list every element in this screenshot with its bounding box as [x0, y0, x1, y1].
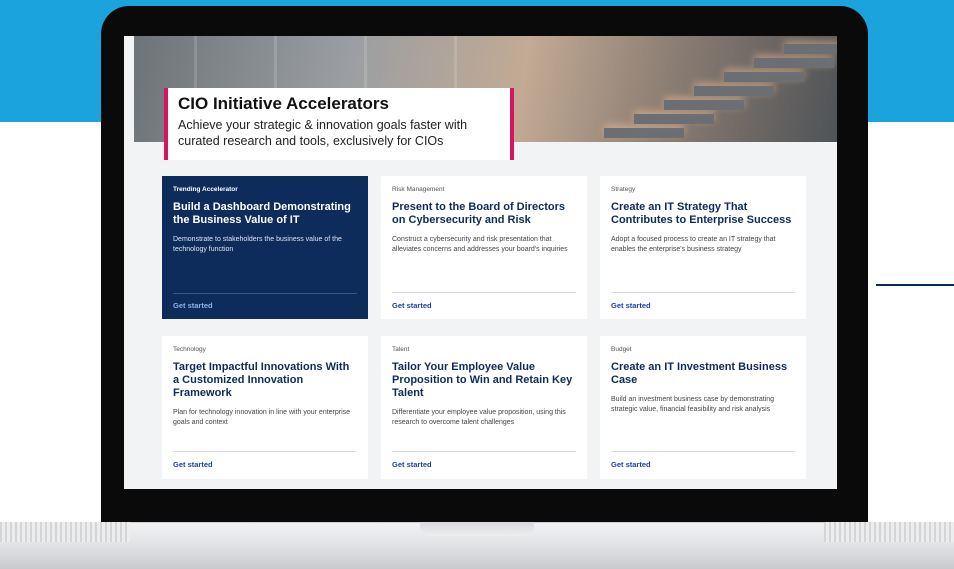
card-divider [611, 451, 795, 452]
card-category: Risk Management [392, 186, 445, 193]
card-title[interactable]: Target Impactful Innovations With a Cust… [173, 361, 357, 400]
card-category: Budget [611, 346, 632, 353]
accelerator-card-dashboard[interactable]: Trending Accelerator Build a Dashboard D… [162, 176, 368, 319]
hero-card: CIO Initiative Accelerators Achieve your… [164, 88, 514, 160]
card-divider [392, 292, 576, 293]
accelerator-card-talent[interactable]: Talent Tailor Your Employee Value Propos… [381, 336, 587, 479]
card-description: Build an investment business case by dem… [611, 396, 775, 413]
card-category: Trending Accelerator [173, 186, 238, 193]
get-started-link[interactable]: Get started [392, 301, 432, 310]
card-divider [611, 292, 795, 293]
card-category: Technology [173, 346, 206, 353]
card-title[interactable]: Build a Dashboard Demonstrating the Busi… [173, 201, 357, 227]
page-title: CIO Initiative Accelerators [178, 94, 390, 113]
page-subtitle: Achieve your strategic & innovation goal… [178, 118, 468, 148]
card-title[interactable]: Present to the Board of Directors on Cyb… [392, 201, 576, 227]
laptop-notch [420, 522, 534, 536]
card-description: Differentiate your employee value propos… [392, 409, 566, 426]
get-started-link[interactable]: Get started [392, 460, 432, 469]
get-started-link[interactable]: Get started [611, 301, 651, 310]
card-description: Adopt a focused process to create an IT … [611, 236, 776, 253]
card-category: Strategy [611, 186, 636, 193]
laptop-base-texture-left [0, 522, 130, 542]
accelerator-card-investment[interactable]: Budget Create an IT Investment Business … [600, 336, 806, 479]
decorative-line [876, 284, 954, 286]
card-title[interactable]: Create an IT Strategy That Contributes t… [611, 201, 795, 227]
card-title[interactable]: Create an IT Investment Business Case [611, 361, 795, 387]
card-divider [173, 451, 357, 452]
card-description: Demonstrate to stakeholders the business… [173, 236, 342, 253]
accelerator-card-it-strategy[interactable]: Strategy Create an IT Strategy That Cont… [600, 176, 806, 319]
get-started-link[interactable]: Get started [173, 301, 213, 310]
card-description: Construct a cybersecurity and risk prese… [392, 236, 568, 253]
accelerator-card-innovation[interactable]: Technology Target Impactful Innovations … [162, 336, 368, 479]
accelerator-card-cybersecurity[interactable]: Risk Management Present to the Board of … [381, 176, 587, 319]
card-divider [173, 293, 357, 294]
laptop-screen: CIO Initiative Accelerators Achieve your… [124, 36, 837, 489]
card-category: Talent [392, 346, 410, 353]
laptop-base-texture-right [824, 522, 954, 542]
card-divider [392, 451, 576, 452]
get-started-link[interactable]: Get started [173, 460, 213, 469]
get-started-link[interactable]: Get started [611, 460, 651, 469]
card-description: Plan for technology innovation in line w… [173, 409, 351, 426]
card-title[interactable]: Tailor Your Employee Value Proposition t… [392, 361, 576, 400]
